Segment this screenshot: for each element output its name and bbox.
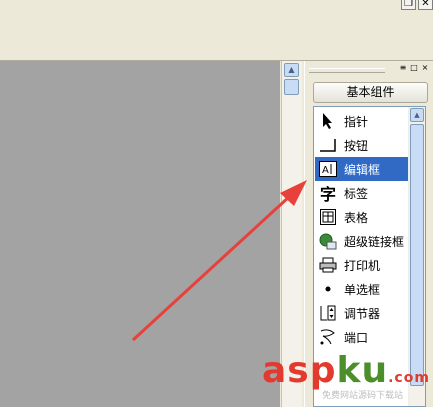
design-canvas[interactable] <box>0 61 280 407</box>
list-item-label: 单选框 <box>344 282 381 297</box>
close-button[interactable]: ✕ <box>418 0 433 10</box>
list-item-port[interactable]: 端口 <box>315 325 411 349</box>
table-icon <box>319 208 337 226</box>
restore-button[interactable]: ❐ <box>401 0 416 10</box>
list-item-label-control[interactable]: 字 标签 <box>315 181 411 205</box>
panel-grip[interactable] <box>309 68 385 73</box>
tab-basic-components[interactable]: 基本组件 <box>313 82 428 103</box>
window-controls: ❐ ✕ <box>401 0 433 10</box>
list-item-printer[interactable]: 打印机 <box>315 253 411 277</box>
list-scroll-thumb[interactable] <box>410 124 424 386</box>
panel-header: ≡ □ × <box>305 63 433 75</box>
scroll-up-icon[interactable]: ▲ <box>284 63 299 77</box>
hyperlink-icon <box>319 232 337 250</box>
list-scroll-up-icon[interactable]: ▲ <box>410 108 424 122</box>
pointer-icon <box>319 112 337 130</box>
window-titlebar: ❐ ✕ <box>0 0 433 14</box>
list-item-hyperlink[interactable]: 超级链接框 <box>315 229 411 253</box>
list-item-editbox[interactable]: A 编辑框 <box>315 157 411 181</box>
list-item-label: 超级链接框 <box>344 234 405 249</box>
svg-text:A: A <box>322 165 329 176</box>
button-icon <box>319 136 337 154</box>
list-item-label: 调节器 <box>344 306 381 321</box>
panel-menu-icon[interactable]: ≡ <box>398 63 408 73</box>
list-item-spinner[interactable]: 调节器 <box>315 301 411 325</box>
printer-icon <box>319 256 337 274</box>
editbox-icon: A <box>319 160 337 178</box>
list-item-label: 指针 <box>344 114 369 129</box>
scroll-thumb[interactable] <box>284 79 299 95</box>
list-item-label: 表格 <box>344 210 369 225</box>
list-item-table[interactable]: 表格 <box>315 205 411 229</box>
list-item-label: 打印机 <box>344 258 381 273</box>
list-item-pointer[interactable]: 指针 <box>315 109 411 133</box>
label-icon: 字 <box>319 185 336 204</box>
radio-icon <box>319 280 337 298</box>
watermark-logo: aspku.com <box>262 350 430 391</box>
list-item-label: 标签 <box>344 186 369 201</box>
panel-float-icon[interactable]: □ <box>409 63 419 73</box>
list-item-button[interactable]: 按钮 <box>315 133 411 157</box>
spinner-icon <box>319 304 337 322</box>
list-item-label: 按钮 <box>344 138 369 153</box>
watermark-subtitle: 免费网站源码下载站 <box>322 391 404 401</box>
port-icon <box>319 328 337 346</box>
list-item-radio[interactable]: 单选框 <box>315 277 411 301</box>
panel-close-icon[interactable]: × <box>420 63 430 73</box>
list-item-label: 端口 <box>344 330 369 345</box>
list-item-label: 编辑框 <box>344 162 381 177</box>
toolbar-area <box>0 14 433 61</box>
